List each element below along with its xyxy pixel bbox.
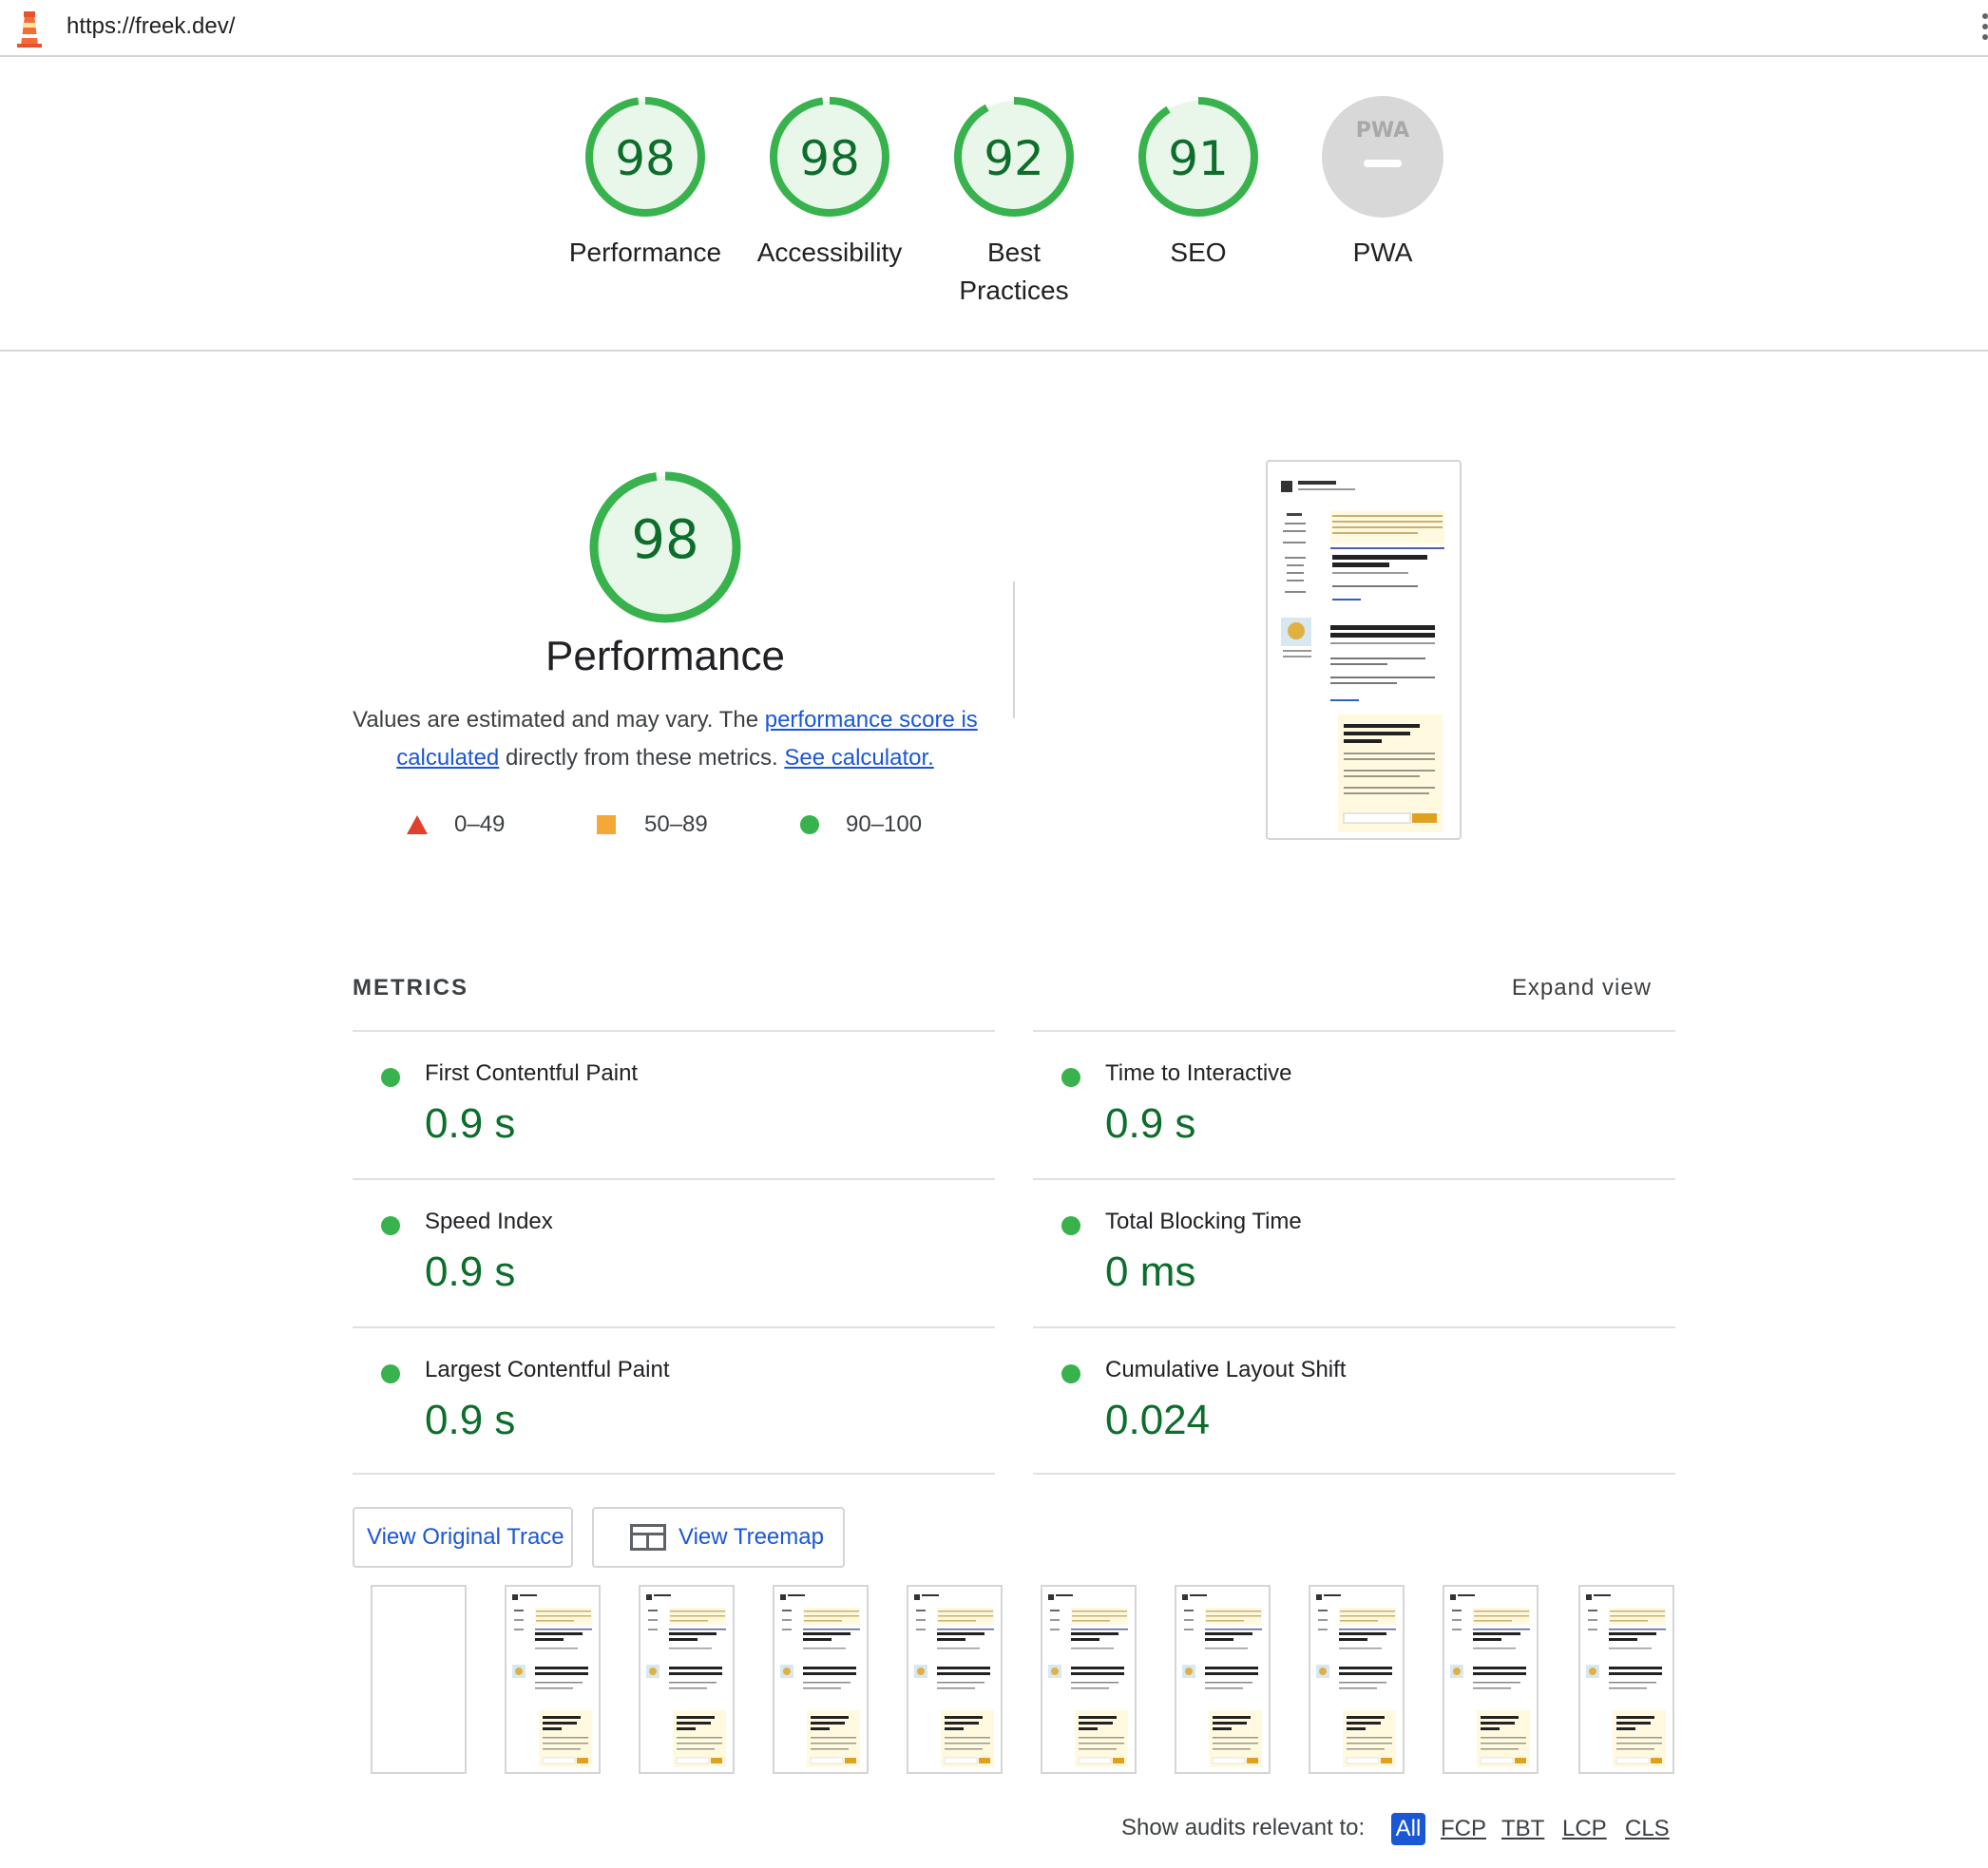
metric-lcp: Largest Contentful Paint 0.9 s xyxy=(353,1326,995,1475)
metrics-divider xyxy=(353,1473,995,1475)
filmstrip-frame xyxy=(1041,1585,1137,1774)
gauge-label: PWA xyxy=(1352,238,1413,267)
filmstrip-frame xyxy=(639,1585,735,1774)
frame-thumbnail xyxy=(1316,1594,1396,1767)
gauge-label: Best Practices xyxy=(959,238,1069,305)
filmstrip-frame xyxy=(371,1585,467,1774)
calculator-link[interactable]: See calculator. xyxy=(784,745,933,771)
frame-thumbnail xyxy=(1048,1594,1128,1767)
performance-title: Performance xyxy=(545,633,785,679)
gauge-label: Performance xyxy=(568,238,722,267)
frame-thumbnail xyxy=(914,1594,994,1767)
section-divider xyxy=(1013,581,1015,718)
legend-label: 50–89 xyxy=(644,811,708,837)
metric-value: 0 ms xyxy=(1105,1249,1196,1295)
metric-value: 0.9 s xyxy=(1105,1100,1196,1147)
metric-value: 0.024 xyxy=(1105,1397,1211,1443)
metric-name: Speed Index xyxy=(425,1209,553,1234)
frame-thumbnail xyxy=(646,1594,726,1767)
pwa-badge-icon: PWA xyxy=(1322,96,1443,218)
gauge-score: 92 xyxy=(984,131,1044,186)
filter-tbt[interactable]: TBT xyxy=(1501,1813,1544,1845)
frame-thumbnail xyxy=(512,1594,592,1767)
triangle-icon xyxy=(407,815,428,834)
circle-icon xyxy=(800,815,819,834)
frame-thumbnail xyxy=(1182,1594,1262,1767)
metric-value: 0.9 s xyxy=(425,1397,516,1443)
view-treemap-button[interactable]: View Treemap xyxy=(592,1507,845,1568)
treemap-icon xyxy=(630,1524,666,1551)
metric-fcp: First Contentful Paint 0.9 s xyxy=(353,1030,995,1178)
metric-name: Largest Contentful Paint xyxy=(425,1357,670,1382)
more-menu-icon[interactable] xyxy=(1980,13,1988,44)
metric-tbt: Total Blocking Time 0 ms xyxy=(1033,1178,1675,1326)
button-label: View Treemap xyxy=(679,1524,824,1550)
report-url[interactable]: https://freek.dev/ xyxy=(67,13,235,40)
audit-filter: Show audits relevant to: All FCP TBT LCP… xyxy=(1121,1813,1673,1845)
filmstrip-frame xyxy=(773,1585,869,1774)
legend-label: 90–100 xyxy=(846,811,923,837)
view-original-trace-button[interactable]: View Original Trace xyxy=(353,1507,573,1568)
filmstrip-frame xyxy=(1443,1585,1539,1774)
filter-cls[interactable]: CLS xyxy=(1625,1813,1670,1845)
metrics-heading: METRICS xyxy=(353,975,468,1001)
metric-name: Cumulative Layout Shift xyxy=(1105,1357,1347,1382)
filmstrip-frame xyxy=(1309,1585,1405,1774)
metric-name: Time to Interactive xyxy=(1105,1060,1292,1086)
gauge-label: SEO xyxy=(1170,238,1227,267)
frame-thumbnail xyxy=(780,1594,860,1767)
legend-label: 0–49 xyxy=(454,811,506,837)
pass-icon xyxy=(1061,1364,1080,1383)
pass-icon xyxy=(1061,1216,1080,1235)
filmstrip-frame xyxy=(907,1585,1003,1774)
gauge-label: Accessibility xyxy=(756,238,903,267)
category-gauges: 98 Performance 98 Accessibility 92 Best … xyxy=(0,57,1988,352)
metric-name: First Contentful Paint xyxy=(425,1060,639,1086)
pass-icon xyxy=(381,1364,400,1383)
desc-text: Values are estimated and may vary. The xyxy=(353,707,765,733)
pass-icon xyxy=(381,1068,400,1087)
frame-thumbnail xyxy=(1586,1594,1666,1767)
final-screenshot[interactable] xyxy=(1266,460,1462,840)
filmstrip-frame xyxy=(505,1585,601,1774)
filmstrip-frame xyxy=(1578,1585,1674,1774)
pwa-badge-text: PWA xyxy=(1356,119,1409,143)
pass-icon xyxy=(1061,1068,1080,1087)
metric-si: Speed Index 0.9 s xyxy=(353,1178,995,1326)
filter-fcp[interactable]: FCP xyxy=(1441,1813,1486,1845)
metric-name: Total Blocking Time xyxy=(1105,1209,1302,1234)
metric-tti: Time to Interactive 0.9 s xyxy=(1033,1030,1675,1178)
filmstrip-frame xyxy=(1175,1585,1271,1774)
expand-view-toggle[interactable]: Expand view xyxy=(1512,975,1652,1001)
gauge-score: 98 xyxy=(799,131,860,186)
square-icon xyxy=(597,815,616,834)
metrics-divider xyxy=(1033,1473,1675,1475)
performance-description: Values are estimated and may vary. The p… xyxy=(342,701,988,777)
gauge-performance[interactable]: 98 Performance xyxy=(550,95,740,272)
metric-value: 0.9 s xyxy=(425,1100,516,1147)
performance-score: 98 xyxy=(631,509,699,571)
metric-cls: Cumulative Layout Shift 0.024 xyxy=(1033,1326,1675,1475)
gauge-score: 91 xyxy=(1168,131,1229,186)
button-label: View Original Trace xyxy=(367,1524,564,1550)
gauge-pwa[interactable]: PWA PWA xyxy=(1288,95,1478,272)
gauge-score: 98 xyxy=(615,131,676,186)
pass-icon xyxy=(381,1216,400,1235)
gauge-best-practices[interactable]: 92 Best Practices xyxy=(919,95,1109,310)
filter-all[interactable]: All xyxy=(1391,1813,1425,1845)
top-bar: https://freek.dev/ xyxy=(0,0,1988,57)
page-thumbnail xyxy=(1281,481,1444,832)
audit-filter-label: Show audits relevant to: xyxy=(1121,1815,1366,1840)
filter-lcp[interactable]: LCP xyxy=(1562,1813,1607,1845)
gauge-seo[interactable]: 91 SEO xyxy=(1103,95,1293,272)
gauge-accessibility[interactable]: 98 Accessibility xyxy=(735,95,925,272)
lighthouse-icon xyxy=(17,11,42,48)
metric-value: 0.9 s xyxy=(425,1249,516,1295)
desc-text: directly from these metrics. xyxy=(499,745,778,771)
frame-thumbnail xyxy=(1450,1594,1530,1767)
